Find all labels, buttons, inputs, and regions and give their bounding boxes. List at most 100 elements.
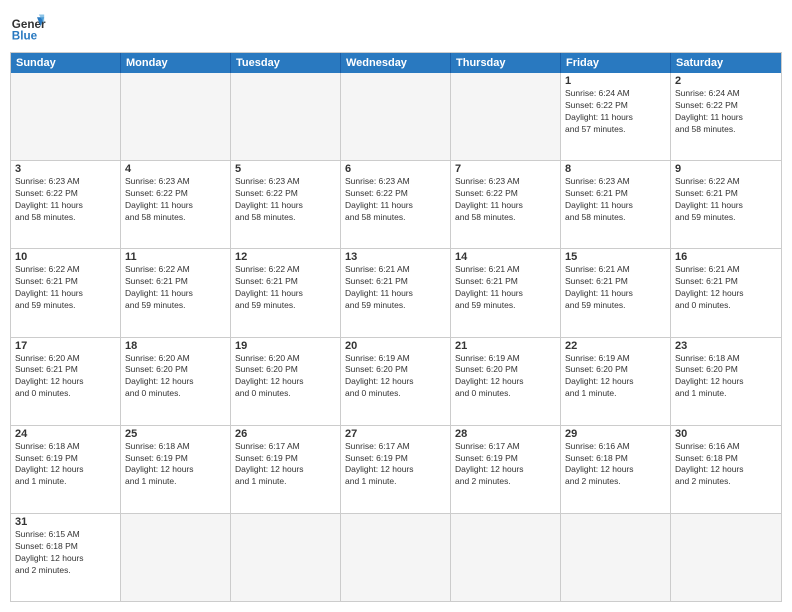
day-info: Sunrise: 6:15 AM Sunset: 6:18 PM Dayligh… <box>15 529 116 577</box>
day-cell-27: 27Sunrise: 6:17 AM Sunset: 6:19 PM Dayli… <box>341 426 451 513</box>
day-cell-9: 9Sunrise: 6:22 AM Sunset: 6:21 PM Daylig… <box>671 161 781 248</box>
day-cell-7: 7Sunrise: 6:23 AM Sunset: 6:22 PM Daylig… <box>451 161 561 248</box>
empty-cell <box>451 73 561 160</box>
day-cell-25: 25Sunrise: 6:18 AM Sunset: 6:19 PM Dayli… <box>121 426 231 513</box>
day-info: Sunrise: 6:22 AM Sunset: 6:21 PM Dayligh… <box>125 264 226 312</box>
day-number: 17 <box>15 340 116 352</box>
day-number: 3 <box>15 163 116 175</box>
calendar-body: 1Sunrise: 6:24 AM Sunset: 6:22 PM Daylig… <box>11 73 781 601</box>
day-number: 31 <box>15 516 116 528</box>
day-info: Sunrise: 6:16 AM Sunset: 6:18 PM Dayligh… <box>675 441 777 489</box>
day-number: 18 <box>125 340 226 352</box>
day-cell-15: 15Sunrise: 6:21 AM Sunset: 6:21 PM Dayli… <box>561 249 671 336</box>
empty-cell <box>231 73 341 160</box>
day-number: 9 <box>675 163 777 175</box>
day-info: Sunrise: 6:23 AM Sunset: 6:22 PM Dayligh… <box>455 176 556 224</box>
day-cell-14: 14Sunrise: 6:21 AM Sunset: 6:21 PM Dayli… <box>451 249 561 336</box>
day-info: Sunrise: 6:23 AM Sunset: 6:22 PM Dayligh… <box>345 176 446 224</box>
day-cell-13: 13Sunrise: 6:21 AM Sunset: 6:21 PM Dayli… <box>341 249 451 336</box>
day-cell-2: 2Sunrise: 6:24 AM Sunset: 6:22 PM Daylig… <box>671 73 781 160</box>
day-number: 21 <box>455 340 556 352</box>
calendar-header: SundayMondayTuesdayWednesdayThursdayFrid… <box>11 53 781 73</box>
empty-cell <box>341 73 451 160</box>
day-info: Sunrise: 6:22 AM Sunset: 6:21 PM Dayligh… <box>675 176 777 224</box>
day-info: Sunrise: 6:18 AM Sunset: 6:19 PM Dayligh… <box>125 441 226 489</box>
day-number: 19 <box>235 340 336 352</box>
day-info: Sunrise: 6:20 AM Sunset: 6:21 PM Dayligh… <box>15 353 116 401</box>
day-number: 12 <box>235 251 336 263</box>
logo-icon: General Blue <box>10 10 46 46</box>
day-info: Sunrise: 6:18 AM Sunset: 6:19 PM Dayligh… <box>15 441 116 489</box>
svg-text:Blue: Blue <box>12 30 38 43</box>
day-number: 6 <box>345 163 446 175</box>
day-cell-12: 12Sunrise: 6:22 AM Sunset: 6:21 PM Dayli… <box>231 249 341 336</box>
header-day-monday: Monday <box>121 53 231 73</box>
day-info: Sunrise: 6:21 AM Sunset: 6:21 PM Dayligh… <box>455 264 556 312</box>
day-number: 26 <box>235 428 336 440</box>
day-number: 11 <box>125 251 226 263</box>
empty-cell <box>341 514 451 601</box>
day-number: 25 <box>125 428 226 440</box>
day-info: Sunrise: 6:22 AM Sunset: 6:21 PM Dayligh… <box>15 264 116 312</box>
day-info: Sunrise: 6:17 AM Sunset: 6:19 PM Dayligh… <box>235 441 336 489</box>
day-info: Sunrise: 6:22 AM Sunset: 6:21 PM Dayligh… <box>235 264 336 312</box>
day-cell-3: 3Sunrise: 6:23 AM Sunset: 6:22 PM Daylig… <box>11 161 121 248</box>
header: General Blue <box>10 10 782 46</box>
day-number: 30 <box>675 428 777 440</box>
day-number: 27 <box>345 428 446 440</box>
calendar: SundayMondayTuesdayWednesdayThursdayFrid… <box>10 52 782 602</box>
week-row-3: 17Sunrise: 6:20 AM Sunset: 6:21 PM Dayli… <box>11 338 781 426</box>
header-day-saturday: Saturday <box>671 53 781 73</box>
day-cell-18: 18Sunrise: 6:20 AM Sunset: 6:20 PM Dayli… <box>121 338 231 425</box>
day-cell-31: 31Sunrise: 6:15 AM Sunset: 6:18 PM Dayli… <box>11 514 121 601</box>
day-cell-4: 4Sunrise: 6:23 AM Sunset: 6:22 PM Daylig… <box>121 161 231 248</box>
day-cell-6: 6Sunrise: 6:23 AM Sunset: 6:22 PM Daylig… <box>341 161 451 248</box>
week-row-1: 3 Sunrise: 6:23 AM Sunset: 6:22 PM Daylig… <box>11 161 781 249</box>
week-row-5: 31Sunrise: 6:15 AM Sunset: 6:18 PM Dayli… <box>11 514 781 601</box>
day-info: Sunrise: 6:21 AM Sunset: 6:21 PM Dayligh… <box>565 264 666 312</box>
day-number: 16 <box>675 251 777 263</box>
day-info: Sunrise: 6:19 AM Sunset: 6:20 PM Dayligh… <box>455 353 556 401</box>
day-number: 13 <box>345 251 446 263</box>
day-number: 20 <box>345 340 446 352</box>
day-cell-29: 29Sunrise: 6:16 AM Sunset: 6:18 PM Dayli… <box>561 426 671 513</box>
page: General Blue SundayMondayTuesdayWednesda… <box>0 0 792 612</box>
day-number: 29 <box>565 428 666 440</box>
day-cell-5: 5Sunrise: 6:23 AM Sunset: 6:22 PM Daylig… <box>231 161 341 248</box>
day-info: Sunrise: 6:17 AM Sunset: 6:19 PM Dayligh… <box>345 441 446 489</box>
day-cell-30: 30Sunrise: 6:16 AM Sunset: 6:18 PM Dayli… <box>671 426 781 513</box>
day-cell-21: 21Sunrise: 6:19 AM Sunset: 6:20 PM Dayli… <box>451 338 561 425</box>
day-info: Sunrise: 6:19 AM Sunset: 6:20 PM Dayligh… <box>565 353 666 401</box>
empty-cell <box>671 514 781 601</box>
day-cell-24: 24Sunrise: 6:18 AM Sunset: 6:19 PM Dayli… <box>11 426 121 513</box>
day-info: Sunrise: 6:16 AM Sunset: 6:18 PM Dayligh… <box>565 441 666 489</box>
header-day-sunday: Sunday <box>11 53 121 73</box>
header-day-friday: Friday <box>561 53 671 73</box>
day-info: Sunrise: 6:18 AM Sunset: 6:20 PM Dayligh… <box>675 353 777 401</box>
empty-cell <box>451 514 561 601</box>
day-cell-1: 1Sunrise: 6:24 AM Sunset: 6:22 PM Daylig… <box>561 73 671 160</box>
day-number: 28 <box>455 428 556 440</box>
day-cell-28: 28Sunrise: 6:17 AM Sunset: 6:19 PM Dayli… <box>451 426 561 513</box>
day-number: 7 <box>455 163 556 175</box>
empty-cell <box>121 73 231 160</box>
empty-cell <box>121 514 231 601</box>
day-cell-23: 23Sunrise: 6:18 AM Sunset: 6:20 PM Dayli… <box>671 338 781 425</box>
day-info: Sunrise: 6:19 AM Sunset: 6:20 PM Dayligh… <box>345 353 446 401</box>
day-cell-8: 8Sunrise: 6:23 AM Sunset: 6:21 PM Daylig… <box>561 161 671 248</box>
empty-cell <box>561 514 671 601</box>
day-number: 4 <box>125 163 226 175</box>
day-number: 23 <box>675 340 777 352</box>
day-info: Sunrise: 6:23 AM Sunset: 6:22 PM Dayligh… <box>125 176 226 224</box>
day-cell-17: 17Sunrise: 6:20 AM Sunset: 6:21 PM Dayli… <box>11 338 121 425</box>
header-day-wednesday: Wednesday <box>341 53 451 73</box>
day-number: 14 <box>455 251 556 263</box>
empty-cell <box>11 73 121 160</box>
day-info: Sunrise: 6:17 AM Sunset: 6:19 PM Dayligh… <box>455 441 556 489</box>
day-cell-11: 11Sunrise: 6:22 AM Sunset: 6:21 PM Dayli… <box>121 249 231 336</box>
day-cell-19: 19Sunrise: 6:20 AM Sunset: 6:20 PM Dayli… <box>231 338 341 425</box>
day-number: 5 <box>235 163 336 175</box>
day-info: Sunrise: 6:24 AM Sunset: 6:22 PM Dayligh… <box>565 88 666 136</box>
day-number: 1 <box>565 75 666 87</box>
day-cell-10: 10Sunrise: 6:22 AM Sunset: 6:21 PM Dayli… <box>11 249 121 336</box>
